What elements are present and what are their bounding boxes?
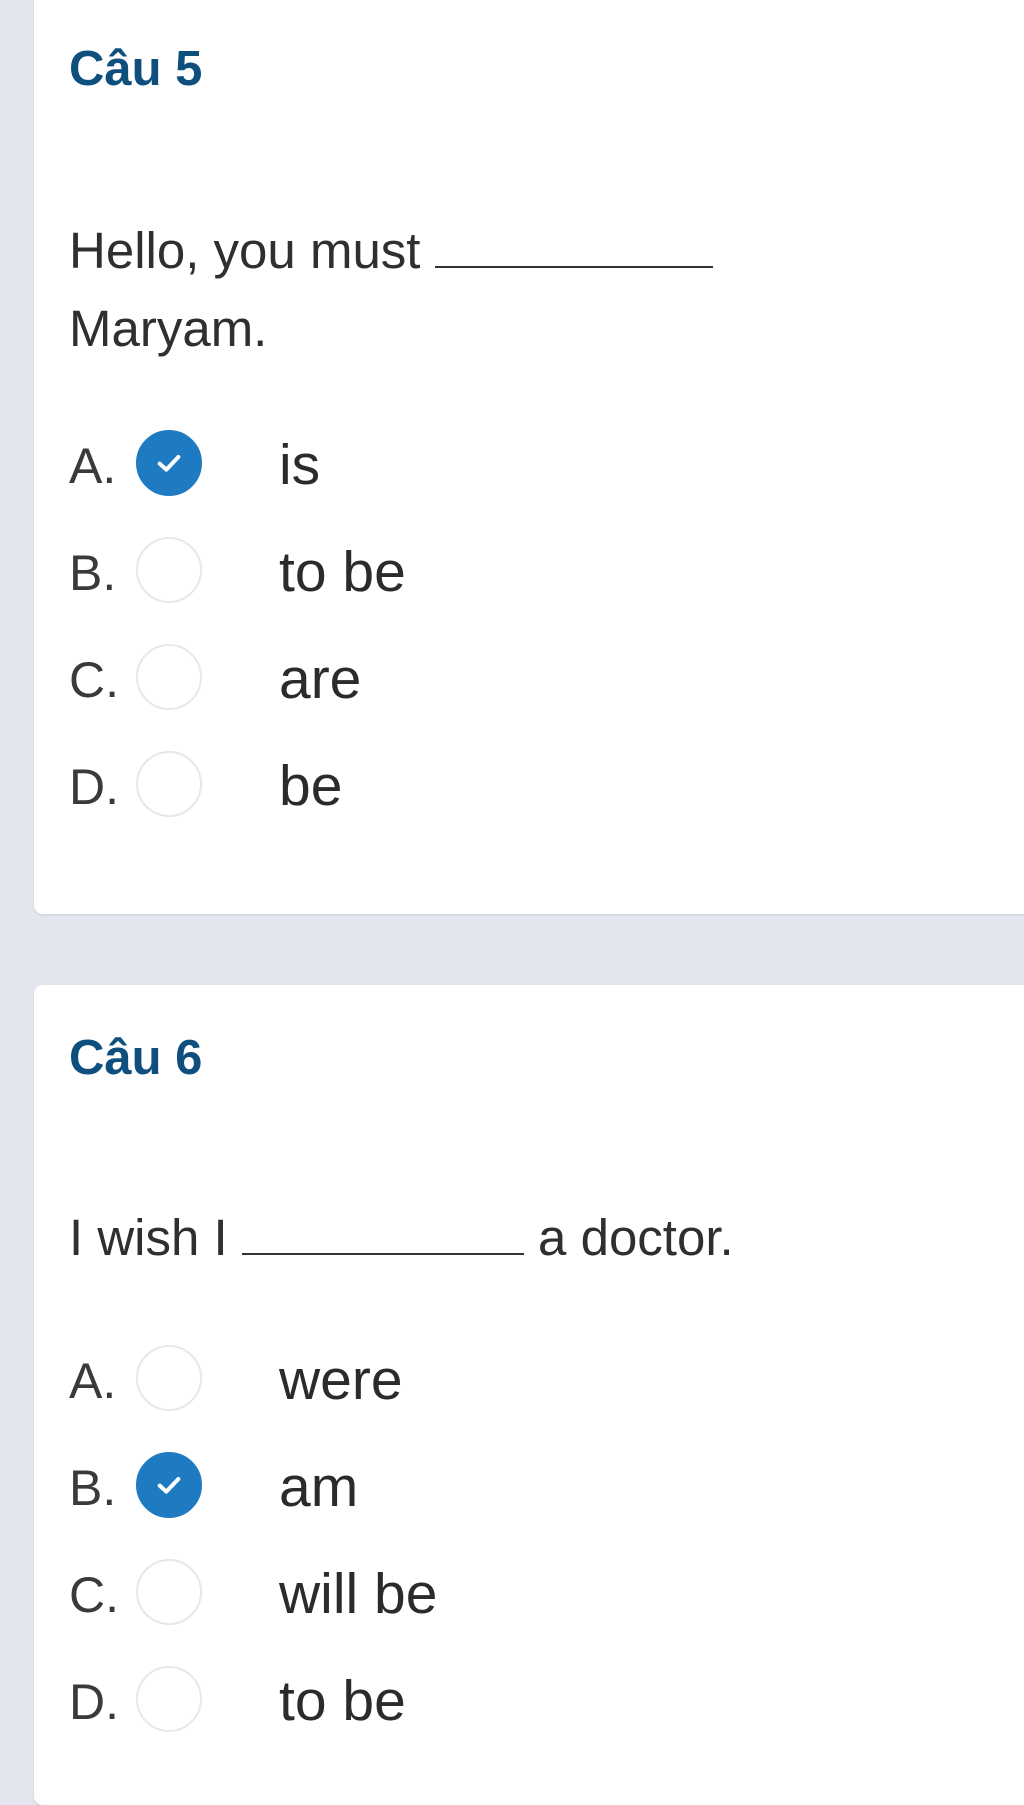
question-text-after: Maryam. [69, 300, 268, 357]
radio-button[interactable] [136, 537, 202, 603]
option-b[interactable]: B. to be [69, 529, 769, 636]
option-d[interactable]: D. be [69, 743, 769, 850]
option-b[interactable]: B. am [69, 1444, 769, 1551]
option-text: to be [279, 540, 406, 604]
option-letter: A. [69, 1353, 117, 1409]
question-title: Câu 5 [69, 42, 203, 96]
option-letter: A. [69, 438, 117, 494]
option-c[interactable]: C. are [69, 636, 769, 743]
radio-button[interactable] [136, 644, 202, 710]
question-text-before: Hello, you must [69, 222, 421, 279]
option-letter: B. [69, 1460, 117, 1516]
answer-blank [434, 223, 713, 268]
question-text: I wish I a doctor. [69, 1199, 929, 1277]
question-card-6: Câu 6 I wish I a doctor. A. were B. am C… [34, 985, 1024, 1805]
question-card-5: Câu 5 Hello, you must Maryam. A. is B. t… [34, 0, 1024, 914]
question-text: Hello, you must Maryam. [69, 212, 929, 368]
option-text: will be [279, 1562, 438, 1626]
radio-button[interactable] [136, 1666, 202, 1732]
question-text-before: I wish I [69, 1209, 228, 1266]
option-letter: C. [69, 1567, 119, 1623]
option-a[interactable]: A. were [69, 1337, 769, 1444]
radio-button[interactable] [136, 751, 202, 817]
radio-button-checked[interactable] [136, 1452, 202, 1518]
radio-button[interactable] [136, 1559, 202, 1625]
option-c[interactable]: C. will be [69, 1551, 769, 1658]
answer-blank [241, 1210, 524, 1255]
option-letter: D. [69, 1674, 119, 1730]
option-text: am [279, 1455, 359, 1519]
option-letter: B. [69, 545, 117, 601]
radio-button[interactable] [136, 1345, 202, 1411]
option-d[interactable]: D. to be [69, 1658, 769, 1765]
option-text: were [279, 1348, 403, 1412]
question-title: Câu 6 [69, 1031, 203, 1085]
options-list: A. is B. to be C. are D. be [69, 422, 769, 850]
option-a[interactable]: A. is [69, 422, 769, 529]
option-text: are [279, 647, 362, 711]
options-list: A. were B. am C. will be D. to be [69, 1337, 769, 1765]
radio-button-checked[interactable] [136, 430, 202, 496]
option-letter: C. [69, 652, 119, 708]
option-text: to be [279, 1669, 406, 1733]
option-text: be [279, 754, 343, 818]
question-text-after: a doctor. [538, 1209, 734, 1266]
check-icon [157, 1477, 181, 1494]
option-text: is [279, 433, 321, 497]
check-icon [157, 455, 181, 472]
option-letter: D. [69, 759, 119, 815]
